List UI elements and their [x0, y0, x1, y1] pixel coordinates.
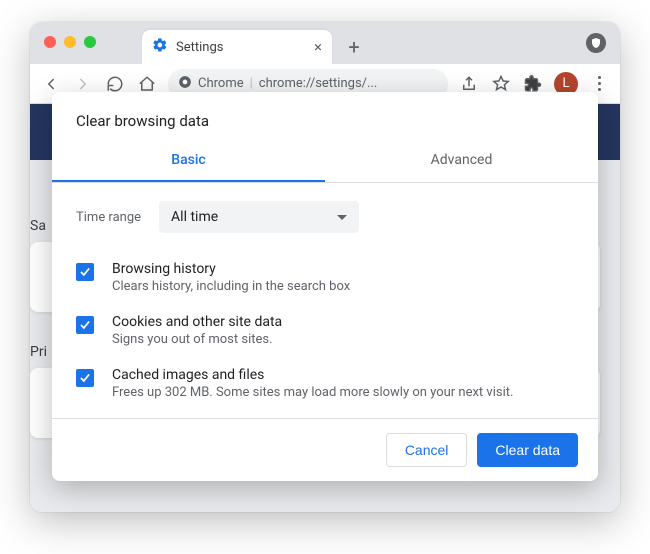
browser-tab[interactable]: Settings ×	[142, 30, 332, 64]
option-title: Cached images and files	[112, 367, 513, 383]
profile-badge-icon[interactable]	[586, 33, 606, 53]
minimize-window-button[interactable]	[64, 36, 76, 48]
time-range-label: Time range	[76, 210, 141, 225]
tab-advanced[interactable]: Advanced	[325, 140, 598, 182]
bg-label: Sa	[30, 218, 46, 234]
dialog-footer: Cancel Clear data	[52, 418, 598, 481]
close-tab-button[interactable]: ×	[314, 38, 322, 56]
option-browsing-history: Browsing history Clears history, includi…	[76, 251, 574, 304]
checkbox-browsing-history[interactable]	[76, 263, 94, 281]
close-window-button[interactable]	[44, 36, 56, 48]
option-cache: Cached images and files Frees up 302 MB.…	[76, 357, 574, 410]
time-range-value: All time	[171, 209, 218, 225]
option-desc: Clears history, including in the search …	[112, 279, 350, 294]
bg-label: Pri	[30, 344, 47, 360]
gear-icon	[152, 37, 168, 57]
cancel-button[interactable]: Cancel	[386, 433, 468, 467]
maximize-window-button[interactable]	[84, 36, 96, 48]
new-tab-button[interactable]: +	[340, 33, 368, 61]
option-desc: Signs you out of most sites.	[112, 332, 282, 347]
clear-data-button[interactable]: Clear data	[477, 433, 578, 467]
option-cookies: Cookies and other site data Signs you ou…	[76, 304, 574, 357]
tab-bar: Settings × +	[30, 22, 620, 64]
checkbox-cookies[interactable]	[76, 316, 94, 334]
time-range-select[interactable]: All time	[159, 201, 359, 233]
menu-button[interactable]	[588, 76, 610, 91]
checkbox-cache[interactable]	[76, 369, 94, 387]
tab-basic[interactable]: Basic	[52, 140, 325, 182]
tab-title: Settings	[176, 40, 223, 55]
omnibox-url: chrome://settings/...	[259, 76, 378, 91]
omnibox-label: Chrome	[198, 76, 244, 91]
window-controls	[44, 36, 96, 48]
option-desc: Frees up 302 MB. Some sites may load mor…	[112, 385, 513, 400]
dialog-title: Clear browsing data	[52, 92, 598, 140]
dialog-tabs: Basic Advanced	[52, 140, 598, 183]
option-title: Browsing history	[112, 261, 350, 277]
time-range-row: Time range All time	[76, 201, 574, 233]
option-title: Cookies and other site data	[112, 314, 282, 330]
chrome-icon	[178, 75, 192, 93]
chevron-down-icon	[337, 215, 347, 220]
clear-browsing-data-dialog: Clear browsing data Basic Advanced Time …	[52, 92, 598, 481]
